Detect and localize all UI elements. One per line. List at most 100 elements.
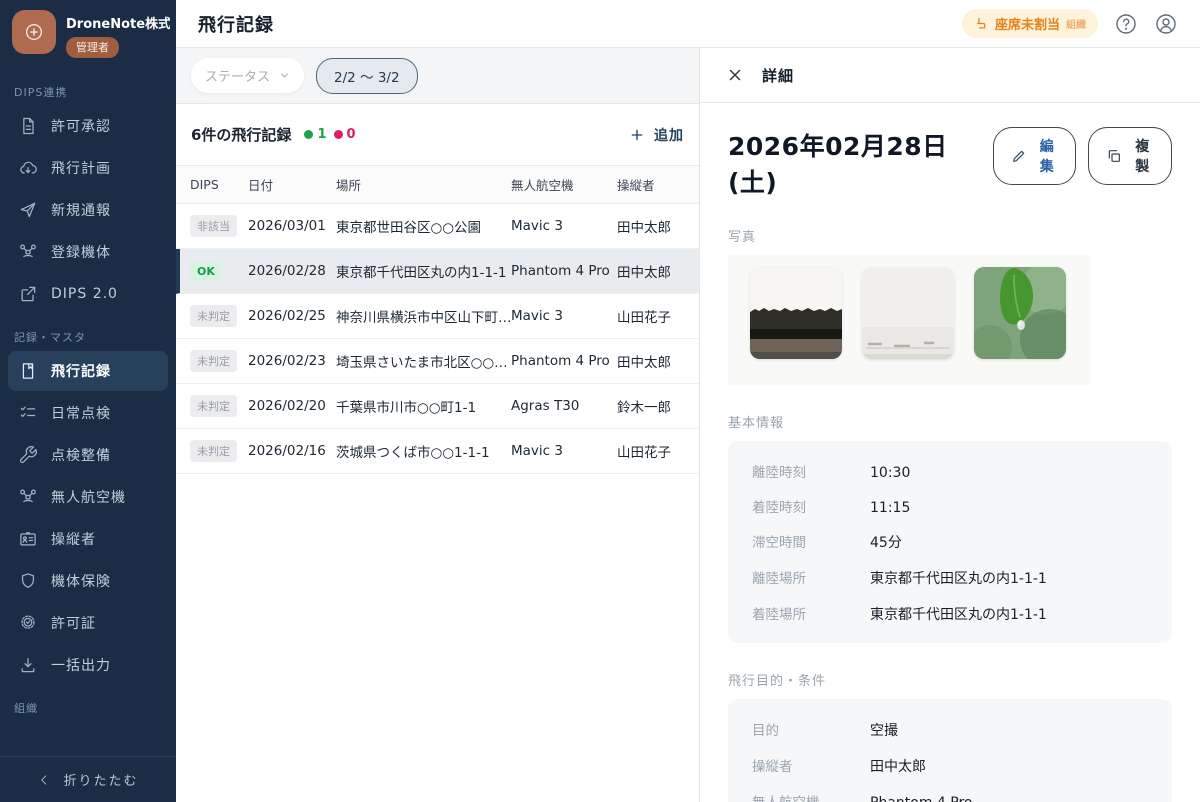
top-header: 飛行記録 座席未割当 組織: [176, 0, 1200, 48]
cell-date: 2026/02/23: [248, 353, 336, 369]
status-filter-dropdown[interactable]: ステータス: [191, 58, 304, 93]
page-title: 飛行記録: [198, 11, 274, 37]
cell-date: 2026/03/01: [248, 218, 336, 234]
info-value: 東京都千代田区丸の内1-1-1: [870, 568, 1047, 588]
status-badge: 未判定: [190, 305, 237, 327]
chevron-left-icon: [37, 773, 51, 787]
sidebar-item-label: 登録機体: [51, 242, 111, 262]
photos-section-label: 写真: [728, 226, 1172, 245]
basic-info-section-label: 基本情報: [728, 412, 1172, 431]
seat-unassigned-badge[interactable]: 座席未割当 組織: [962, 9, 1098, 38]
date-range-filter[interactable]: 2/2 ～ 3/2: [316, 58, 418, 94]
sidebar-item-uav[interactable]: 無人航空機: [8, 477, 168, 517]
table-row[interactable]: 非該当 2026/03/01 東京都世田谷区○○公園 Mavic 3 田中太郎: [176, 204, 699, 249]
sidebar-item-daily-inspection[interactable]: 日常点検: [8, 393, 168, 433]
photo-thumbnail-mist[interactable]: [862, 267, 954, 359]
photo-thumbnail-forest[interactable]: [750, 267, 842, 359]
close-detail-button[interactable]: [726, 66, 744, 84]
mist-photo: [862, 267, 954, 359]
sidebar-item-dips-2[interactable]: DIPS 2.0: [8, 274, 168, 314]
info-value: 45分: [870, 532, 902, 552]
help-icon: [1114, 12, 1138, 36]
cell-aircraft: Phantom 4 Pro: [511, 263, 617, 279]
info-row: 着陸場所 東京都千代田区丸の内1-1-1: [752, 595, 1148, 631]
cell-aircraft: Agras T30: [511, 398, 617, 414]
org-logo: [12, 10, 56, 54]
filter-bar: ステータス 2/2 ～ 3/2: [176, 48, 699, 104]
sidebar-section-dips: DIPS連携: [0, 70, 176, 105]
cloud-icon: [18, 158, 38, 178]
cell-place: 東京都千代田区丸の内1-1-1: [336, 261, 511, 281]
sidebar-item-insurance[interactable]: 機体保険: [8, 561, 168, 601]
edit-button[interactable]: 編集: [993, 127, 1077, 185]
sidebar-section-records: 記録・マスタ: [0, 315, 176, 350]
info-value: 空撮: [870, 720, 898, 740]
notebook-icon: [18, 361, 38, 381]
collapse-label: 折りたたむ: [63, 770, 138, 789]
wrench-icon: [18, 445, 38, 465]
table-row[interactable]: 未判定 2026/02/16 茨城県つくば市○○1-1-1 Mavic 3 山田…: [176, 429, 699, 474]
detail-header-bar: 詳細: [700, 48, 1200, 103]
photo-strip: [728, 255, 1090, 385]
sidebar-item-bulk-export[interactable]: 一括出力: [8, 645, 168, 685]
status-badge: 未判定: [190, 350, 237, 372]
sidebar-item-label: 操縦者: [51, 529, 96, 549]
sidebar-item-label: 日常点検: [51, 403, 111, 423]
drone-icon: [18, 487, 38, 507]
green-dot-icon: [304, 130, 313, 139]
sidebar-item-permit-cert[interactable]: 許可証: [8, 603, 168, 643]
cell-pilot: 鈴木一郎: [617, 396, 687, 416]
checklist-icon: [18, 403, 38, 423]
sidebar-item-flight-records[interactable]: 飛行記録: [8, 351, 168, 391]
sidebar-item-permit-approval[interactable]: 許可承認: [8, 106, 168, 146]
detail-body: 2026年02月28日 (土) 編集 複製: [700, 103, 1200, 802]
sidebar-item-label: 許可証: [51, 613, 96, 633]
help-button[interactable]: [1114, 12, 1138, 36]
cell-aircraft: Mavic 3: [511, 308, 617, 324]
table-row[interactable]: 未判定 2026/02/25 神奈川県横浜市中区山下町… Mavic 3 山田花…: [176, 294, 699, 339]
info-row: 離陸場所 東京都千代田区丸の内1-1-1: [752, 559, 1148, 595]
column-dips: DIPS: [190, 177, 248, 192]
status-badge: OK: [190, 262, 222, 281]
table-row-selected[interactable]: OK 2026/02/28 東京都千代田区丸の内1-1-1 Phantom 4 …: [176, 249, 699, 294]
cell-pilot: 山田花子: [617, 441, 687, 461]
shield-icon: [18, 571, 38, 591]
sidebar-item-registered-aircraft[interactable]: 登録機体: [8, 232, 168, 272]
cell-place: 埼玉県さいたま市北区○○…: [336, 351, 511, 371]
info-label: 滞空時間: [752, 531, 870, 551]
sidebar-item-maintenance[interactable]: 点検整備: [8, 435, 168, 475]
status-badge: 未判定: [190, 440, 237, 462]
info-value: 東京都千代田区丸の内1-1-1: [870, 604, 1047, 624]
add-record-button[interactable]: 追加: [629, 125, 684, 145]
org-switcher[interactable]: DroneNote株式… 管理者: [0, 0, 176, 70]
red-dot-icon: [334, 130, 343, 139]
duplicate-button[interactable]: 複製: [1088, 127, 1172, 185]
sidebar-item-new-report[interactable]: 新規通報: [8, 190, 168, 230]
detail-panel-title: 詳細: [762, 65, 794, 86]
circle-plus-icon: [23, 21, 45, 43]
detail-pane: 詳細 2026年02月28日 (土) 編集: [700, 48, 1200, 802]
sidebar-item-label: DIPS 2.0: [51, 286, 118, 302]
account-button[interactable]: [1154, 12, 1178, 36]
info-row: 着陸時刻 11:15: [752, 488, 1148, 523]
ng-count: 0: [334, 127, 356, 142]
leaf-photo: [974, 267, 1066, 359]
sidebar-item-pilot[interactable]: 操縦者: [8, 519, 168, 559]
photo-thumbnail-leaf[interactable]: [974, 267, 1066, 359]
collapse-sidebar-button[interactable]: 折りたたむ: [0, 756, 176, 802]
sidebar-section-organization: 組織: [0, 686, 176, 721]
detail-date-title: 2026年02月28日 (土): [728, 127, 993, 199]
cell-place: 神奈川県横浜市中区山下町…: [336, 306, 511, 326]
seat-badge-suffix: 組織: [1066, 16, 1086, 31]
sidebar-item-flight-plan[interactable]: 飛行計画: [8, 148, 168, 188]
purpose-section-label: 飛行目的・条件: [728, 670, 1172, 689]
user-icon: [1154, 12, 1178, 36]
cell-date: 2026/02/28: [248, 263, 336, 279]
table-row[interactable]: 未判定 2026/02/23 埼玉県さいたま市北区○○… Phantom 4 P…: [176, 339, 699, 384]
cell-aircraft: Mavic 3: [511, 218, 617, 234]
sidebar-item-label: 機体保険: [51, 571, 111, 591]
sidebar-item-label: 飛行記録: [51, 361, 111, 381]
info-label: 離陸場所: [752, 567, 870, 587]
ok-count: 1: [304, 127, 326, 142]
table-row[interactable]: 未判定 2026/02/20 千葉県市川市○○町1-1 Agras T30 鈴木…: [176, 384, 699, 429]
